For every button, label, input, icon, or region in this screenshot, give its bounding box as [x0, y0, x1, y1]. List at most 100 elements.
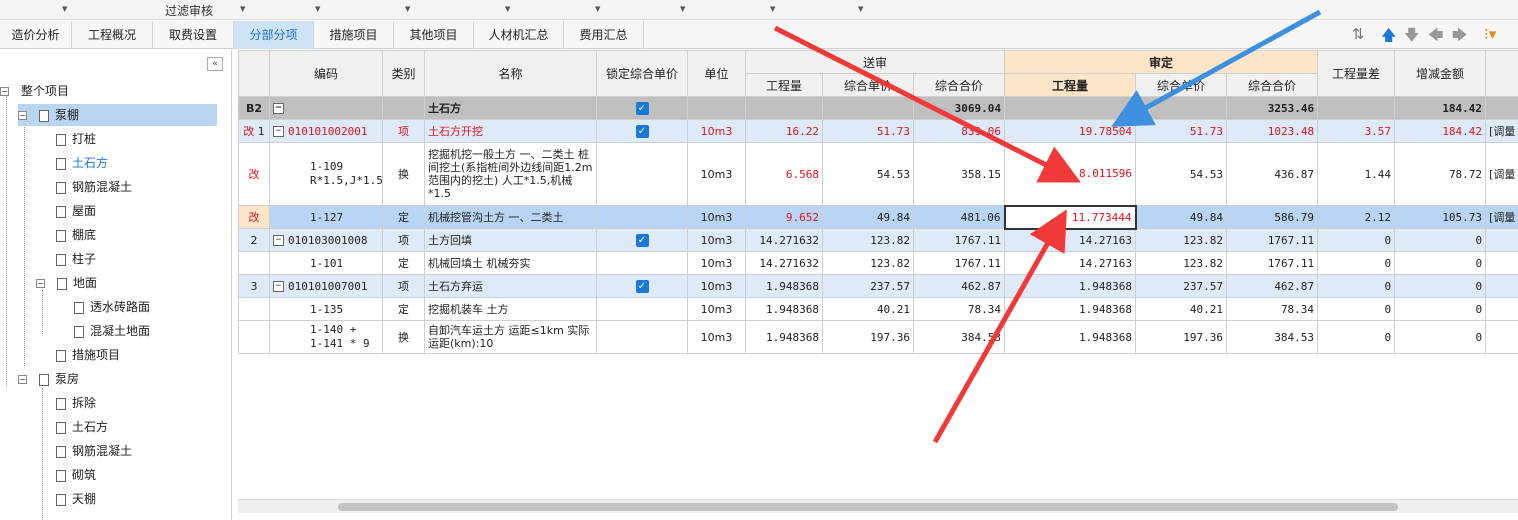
- dropdown-arrow-icon[interactable]: ▼: [505, 5, 510, 13]
- cell-type[interactable]: 换: [382, 320, 425, 354]
- col-approved-unit-price[interactable]: 综合单价: [1135, 73, 1228, 97]
- tree-item-earthwork[interactable]: 土石方: [56, 152, 108, 174]
- cell-code[interactable]: −010101002001: [269, 119, 383, 143]
- tree-item-piling[interactable]: 打桩: [56, 128, 96, 150]
- tree-item-rebar-concrete[interactable]: 钢筋混凝土: [56, 176, 132, 198]
- collapse-panel-icon[interactable]: «: [207, 57, 223, 71]
- col-amount-diff[interactable]: 增减金额: [1394, 50, 1487, 97]
- cell-submitted-unit-price[interactable]: 54.53: [822, 142, 914, 206]
- move-down-icon[interactable]: 🡇: [1404, 25, 1419, 50]
- col-qty-diff[interactable]: 工程量差: [1317, 50, 1396, 97]
- table-row-selected[interactable]: 改 1-127 定 机械挖管沟土方 一、二类土 10m3 9.652 49.84…: [238, 204, 1518, 230]
- tree-item-columns[interactable]: 柱子: [56, 248, 96, 270]
- dropdown-arrow-icon[interactable]: ▼: [770, 5, 775, 13]
- cell-submitted-qty[interactable]: 1.948368: [745, 297, 823, 321]
- tree-item-roof[interactable]: 屋面: [56, 200, 96, 222]
- tree-item-ceiling-base[interactable]: 棚底: [56, 224, 96, 246]
- cell-submitted-qty[interactable]: 1.948368: [745, 274, 823, 298]
- dropdown-arrow-icon[interactable]: ▼: [680, 5, 685, 13]
- cell-approved-unit-price[interactable]: 51.73: [1135, 119, 1228, 143]
- tab-cost-summary[interactable]: 费用汇总: [564, 21, 644, 49]
- cell-type[interactable]: 定: [382, 251, 425, 275]
- col-lock-price[interactable]: 锁定综合单价: [596, 50, 688, 97]
- cell-unit[interactable]: 10m3: [687, 228, 746, 252]
- cell-submitted-unit-price[interactable]: 49.84: [822, 205, 914, 229]
- cell-type[interactable]: 换: [382, 142, 425, 206]
- cell-submitted-qty[interactable]: 1.948368: [745, 320, 823, 354]
- cell-approved-qty[interactable]: 14.27163: [1004, 228, 1137, 252]
- cell-type[interactable]: 项: [382, 274, 425, 298]
- checkbox-checked-icon[interactable]: ✓: [635, 234, 649, 247]
- cell-name[interactable]: 土石方: [424, 96, 597, 120]
- cell-code[interactable]: 1-140 +1-141 * 9: [269, 320, 383, 354]
- cell-type[interactable]: 项: [382, 119, 425, 143]
- col-approved-qty[interactable]: 工程量: [1004, 73, 1137, 97]
- cell-submitted-unit-price[interactable]: 237.57: [822, 274, 914, 298]
- filter-review-label[interactable]: 过滤审核: [165, 2, 213, 19]
- table-row[interactable]: 1-101 定 机械回填土 机械夯实 10m3 14.271632 123.82…: [238, 251, 1518, 275]
- col-type[interactable]: 类别: [382, 50, 425, 97]
- col-submitted-unit-price[interactable]: 综合单价: [822, 73, 914, 97]
- horizontal-scrollbar[interactable]: [238, 499, 1518, 513]
- col-submitted-total[interactable]: 综合合价: [912, 73, 1006, 97]
- cell-unit[interactable]: 10m3: [687, 119, 746, 143]
- collapse-icon[interactable]: −: [36, 279, 45, 288]
- cell-submitted-qty[interactable]: 16.22: [745, 119, 823, 143]
- collapse-icon[interactable]: −: [18, 375, 27, 384]
- cell-submitted-unit-price[interactable]: 123.82: [822, 251, 914, 275]
- cell-approved-qty-editing[interactable]: 11.773444: [1003, 204, 1137, 230]
- cell-code[interactable]: 1-127: [269, 205, 383, 229]
- cell-name[interactable]: 挖掘机挖一般土方 一、二类土 桩间挖土(系指桩间外边线间距1.2m范围内的挖土)…: [424, 142, 597, 206]
- tab-labor-material-summary[interactable]: 人材机汇总: [474, 21, 564, 49]
- cell-submitted-unit-price[interactable]: 197.36: [822, 320, 914, 354]
- dropdown-arrow-icon[interactable]: ▼: [315, 5, 320, 13]
- cell-name[interactable]: 土石方弃运: [424, 274, 597, 298]
- col-unit[interactable]: 单位: [687, 50, 746, 97]
- cell-type[interactable]: 项: [382, 228, 425, 252]
- collapse-icon[interactable]: −: [273, 103, 284, 114]
- cell-submitted-qty[interactable]: 6.568: [745, 142, 823, 206]
- table-row[interactable]: 改 1 −010101002001 项 土石方开挖 ✓ 10m3 16.22 5…: [238, 119, 1518, 143]
- tree-item-measures[interactable]: 措施项目: [56, 344, 120, 366]
- cell-unit[interactable]: 10m3: [687, 320, 746, 354]
- tab-fee-settings[interactable]: 取费设置: [153, 21, 234, 49]
- cell-code[interactable]: 1-101: [269, 251, 383, 275]
- tree-item-earthwork-2[interactable]: 土石方: [56, 416, 108, 438]
- cell-approved-qty[interactable]: 1.948368: [1004, 274, 1137, 298]
- dropdown-arrow-icon[interactable]: ▼: [595, 5, 600, 13]
- move-left-icon[interactable]: 🡄: [1428, 25, 1444, 50]
- move-right-icon[interactable]: 🡆: [1452, 25, 1468, 50]
- cell-unit[interactable]: 10m3: [687, 142, 746, 206]
- table-row[interactable]: 2 −010103001008 项 土方回填 ✓ 10m3 14.271632 …: [238, 228, 1518, 252]
- cell-code[interactable]: 1-135: [269, 297, 383, 321]
- dropdown-arrow-icon[interactable]: ▼: [405, 5, 410, 13]
- settings-icon[interactable]: ⁝▾: [1484, 25, 1496, 43]
- tree-item-masonry[interactable]: 砌筑: [56, 464, 96, 486]
- cell-unit[interactable]: 10m3: [687, 297, 746, 321]
- tree-item-permeable-paving[interactable]: 透水砖路面: [74, 296, 150, 318]
- col-code[interactable]: 编码: [269, 50, 383, 97]
- table-row[interactable]: 1-135 定 挖掘机装车 土方 10m3 1.948368 40.21 78.…: [238, 297, 1518, 321]
- cell-approved-unit-price[interactable]: 40.21: [1135, 297, 1228, 321]
- dropdown-arrow-icon[interactable]: ▼: [858, 5, 863, 13]
- collapse-icon[interactable]: −: [273, 281, 284, 292]
- tab-cost-analysis[interactable]: 造价分析: [0, 21, 72, 49]
- cell-approved-unit-price[interactable]: 123.82: [1135, 228, 1228, 252]
- sort-icon[interactable]: ⇅: [1352, 25, 1365, 43]
- cell-submitted-unit-price[interactable]: 51.73: [822, 119, 914, 143]
- tree-item-pump-house[interactable]: − 泵房: [18, 368, 79, 390]
- cell-unit[interactable]: 10m3: [687, 274, 746, 298]
- cell-approved-unit-price[interactable]: 237.57: [1135, 274, 1228, 298]
- cell-unit[interactable]: 10m3: [687, 205, 746, 229]
- cell-approved-unit-price[interactable]: 54.53: [1135, 142, 1228, 206]
- table-row[interactable]: 3 −010101007001 项 土石方弃运 ✓ 10m3 1.948368 …: [238, 274, 1518, 298]
- tree-item-ceiling[interactable]: 天棚: [56, 488, 96, 510]
- col-name[interactable]: 名称: [424, 50, 597, 97]
- cell-type[interactable]: 定: [382, 297, 425, 321]
- cell-approved-qty[interactable]: 14.27163: [1004, 251, 1137, 275]
- scrollbar-thumb[interactable]: [338, 503, 1398, 511]
- tab-item-breakdown[interactable]: 分部分项: [234, 21, 314, 49]
- table-row[interactable]: B2 − 土石方 ✓ 3069.04 3253.46 184.42: [238, 96, 1518, 120]
- cell-submitted-qty[interactable]: 14.271632: [745, 228, 823, 252]
- cell-submitted-qty[interactable]: 9.652: [745, 205, 823, 229]
